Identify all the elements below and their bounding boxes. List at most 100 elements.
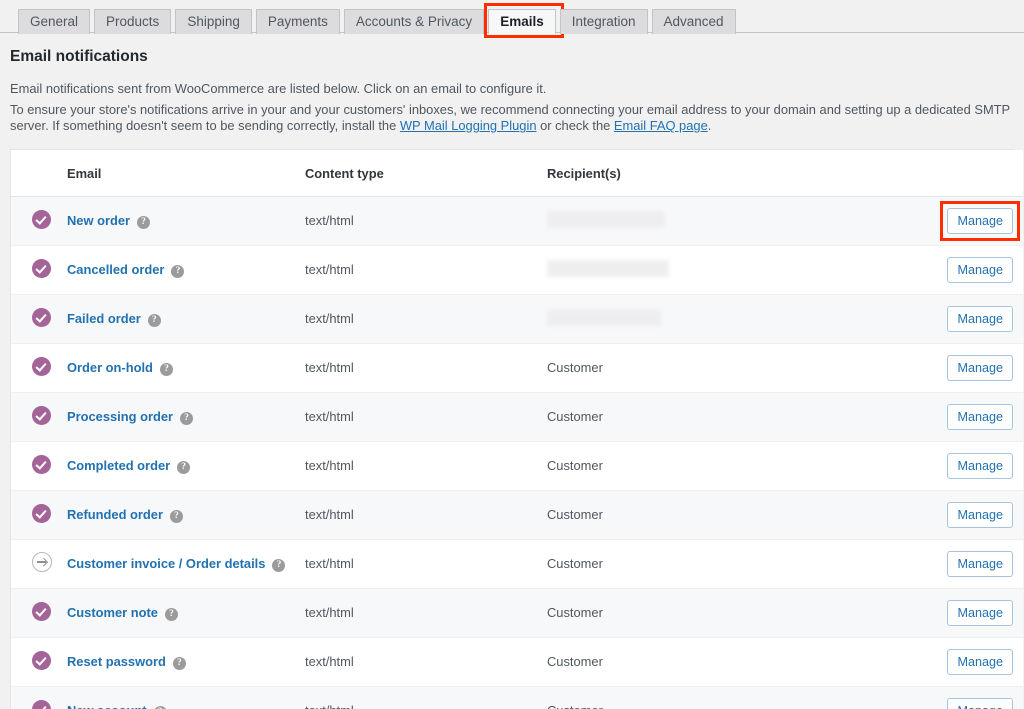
manage-action-cell: Manage	[927, 539, 1023, 589]
email-name-link[interactable]: Customer invoice / Order details	[67, 556, 265, 571]
manage-button[interactable]: Manage	[947, 207, 1013, 234]
email-status-cell	[11, 294, 67, 344]
help-tip-icon[interactable]: ?	[147, 313, 161, 327]
column-header-status	[11, 149, 67, 197]
email-status-cell	[11, 588, 67, 638]
manage-action-cell: Manage	[927, 294, 1023, 344]
manage-action-cell: Manage	[927, 686, 1023, 709]
recipients-cell	[547, 196, 927, 246]
email-name-link[interactable]: Failed order	[67, 311, 141, 326]
content-type-cell: text/html	[305, 686, 547, 709]
content-type-cell: text/html	[305, 294, 547, 344]
help-tip-icon[interactable]: ?	[137, 215, 151, 229]
email-name-link[interactable]: Order on-hold	[67, 360, 153, 375]
intro-text-part-3: .	[707, 118, 712, 134]
check-circle-icon[interactable]	[32, 454, 51, 474]
check-circle-icon[interactable]	[32, 307, 51, 327]
recipients-cell: Customer	[547, 343, 927, 393]
help-tip-icon[interactable]: ?	[171, 264, 185, 278]
manage-action-cell: Manage	[927, 196, 1023, 246]
manage-button[interactable]: Manage	[947, 550, 1013, 577]
arrow-circle-icon[interactable]	[32, 552, 52, 573]
help-tip-icon[interactable]: ?	[180, 411, 194, 425]
manage-button[interactable]: Manage	[947, 501, 1013, 528]
settings-page-body: Email notifications Email notifications …	[0, 47, 1024, 709]
column-header-email: Email	[67, 149, 305, 197]
check-circle-icon[interactable]	[32, 601, 51, 621]
manage-action-cell: Manage	[927, 245, 1023, 295]
manage-button[interactable]: Manage	[947, 648, 1013, 675]
email-name-cell: New account?	[67, 686, 305, 709]
email-name-link[interactable]: Customer note	[67, 605, 158, 620]
manage-button[interactable]: Manage	[947, 256, 1013, 283]
help-tip-icon[interactable]: ?	[153, 705, 167, 709]
email-name-link[interactable]: Completed order	[67, 458, 170, 473]
recipients-cell: Customer	[547, 392, 927, 442]
tab-payments[interactable]: Payments	[255, 9, 340, 34]
table-body: New order? text/html Manage Cancelled order…	[11, 196, 1023, 709]
help-tip-icon[interactable]: ?	[164, 607, 178, 621]
redacted-recipient-value	[547, 259, 669, 277]
email-name-link[interactable]: Refunded order	[67, 507, 163, 522]
help-tip-icon[interactable]: ?	[172, 656, 186, 670]
help-tip-icon[interactable]: ?	[177, 460, 191, 474]
content-type-cell: text/html	[305, 392, 547, 442]
content-type-cell: text/html	[305, 343, 547, 393]
tab-general[interactable]: General	[18, 9, 91, 34]
email-status-cell	[11, 245, 67, 295]
tab-integration[interactable]: Integration	[559, 9, 648, 34]
intro-text-part-2: or check the	[536, 118, 614, 134]
email-status-cell	[11, 196, 67, 246]
manage-action-cell: Manage	[927, 441, 1023, 491]
help-tip-icon[interactable]: ?	[272, 558, 286, 572]
tab-advanced[interactable]: Advanced	[651, 9, 736, 34]
manage-button[interactable]: Manage	[947, 403, 1013, 430]
recipients-cell: Customer	[547, 441, 927, 491]
email-name-link[interactable]: New account	[67, 703, 147, 709]
column-header-content-type: Content type	[305, 149, 547, 197]
help-tip-icon[interactable]: ?	[169, 509, 183, 523]
recipients-cell	[547, 294, 927, 344]
column-header-action	[927, 149, 1023, 197]
manage-button[interactable]: Manage	[947, 697, 1013, 709]
manage-button[interactable]: Manage	[947, 452, 1013, 479]
table-row: Failed order? text/html Manage	[11, 294, 1023, 344]
tab-emails[interactable]: Emails	[488, 9, 556, 34]
email-faq-page-link[interactable]: Email FAQ page	[614, 118, 708, 133]
email-name-link[interactable]: Processing order	[67, 409, 173, 424]
tab-accounts-privacy[interactable]: Accounts & Privacy	[343, 9, 485, 34]
email-status-cell	[11, 392, 67, 442]
redacted-recipient-value	[547, 210, 665, 228]
column-header-recipients: Recipient(s)	[547, 149, 927, 197]
wp-mail-logging-plugin-link[interactable]: WP Mail Logging Plugin	[400, 118, 537, 133]
manage-button[interactable]: Manage	[947, 305, 1013, 332]
email-name-link[interactable]: Cancelled order	[67, 262, 164, 277]
table-row: New order? text/html Manage	[11, 196, 1023, 246]
email-name-cell: Order on-hold?	[67, 343, 305, 393]
help-tip-icon[interactable]: ?	[159, 362, 173, 376]
email-name-link[interactable]: Reset password	[67, 654, 166, 669]
email-name-cell: Failed order?	[67, 294, 305, 344]
email-name-cell: Refunded order?	[67, 490, 305, 540]
check-circle-icon[interactable]	[32, 209, 51, 229]
email-status-cell	[11, 441, 67, 491]
manage-button[interactable]: Manage	[947, 354, 1013, 381]
manage-action-cell: Manage	[927, 637, 1023, 687]
tab-shipping[interactable]: Shipping	[175, 9, 252, 34]
check-circle-icon[interactable]	[32, 699, 51, 709]
check-circle-icon[interactable]	[32, 258, 51, 278]
table-row: Completed order? text/html Customer Manage	[11, 441, 1023, 491]
manage-action-cell: Manage	[927, 588, 1023, 638]
manage-button[interactable]: Manage	[947, 599, 1013, 626]
email-notifications-table: Email Content type Recipient(s) New orde…	[11, 149, 1023, 709]
check-circle-icon[interactable]	[32, 405, 51, 425]
email-name-cell: Completed order?	[67, 441, 305, 491]
email-name-link[interactable]: New order	[67, 213, 130, 228]
check-circle-icon[interactable]	[32, 503, 51, 523]
redacted-recipient-value	[547, 308, 661, 326]
tab-products[interactable]: Products	[94, 9, 172, 34]
recipients-cell	[547, 245, 927, 295]
check-circle-icon[interactable]	[32, 356, 51, 376]
check-circle-icon[interactable]	[32, 650, 51, 670]
recipients-cell: Customer	[547, 490, 927, 540]
